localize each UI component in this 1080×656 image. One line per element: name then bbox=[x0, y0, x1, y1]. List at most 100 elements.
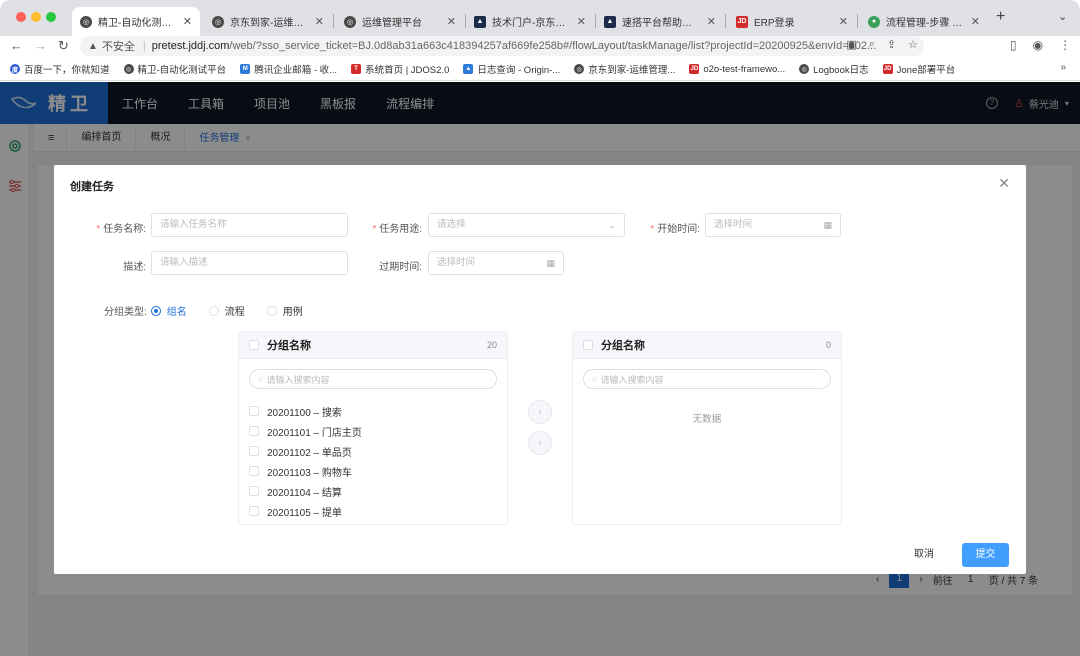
tab-search-icon[interactable]: ⌄ bbox=[1058, 10, 1067, 23]
select-all-checkbox[interactable] bbox=[249, 340, 259, 350]
radio-dot bbox=[150, 305, 161, 316]
globe-icon: ◎ bbox=[799, 64, 810, 74]
list-item[interactable]: 20201103 – 购物车 bbox=[239, 461, 507, 481]
maximize-window-button[interactable] bbox=[46, 12, 56, 22]
tab-title: 流程管理-步骤 - o2o bbox=[886, 18, 965, 29]
reload-icon[interactable]: ↻ bbox=[58, 38, 69, 54]
bookmark-jone[interactable]: JD Jone部署平台 bbox=[882, 62, 955, 76]
new-tab-icon[interactable]: + bbox=[996, 8, 1005, 26]
tab-separator bbox=[333, 14, 334, 28]
zoom-icon[interactable]: ⌕ bbox=[869, 38, 875, 51]
list-item[interactable]: 20201100 – 搜索 bbox=[239, 401, 507, 421]
browser-tab-flow[interactable]: ● 流程管理-步骤 - o2o ✕ bbox=[860, 7, 988, 36]
radio-case[interactable]: 用例 bbox=[266, 303, 303, 318]
bookmark-tencent-mail[interactable]: M 腾讯企业邮箱 - 收... bbox=[240, 62, 337, 76]
list-item[interactable]: 20201102 – 单品页 bbox=[239, 441, 507, 461]
bookmark-label: 精卫-自动化测试平台 bbox=[137, 65, 227, 76]
browser-tab-tech-portal[interactable]: ▲ 技术门户-京东到家 ✕ bbox=[466, 7, 594, 36]
submit-button[interactable]: 提交 bbox=[962, 543, 1009, 567]
task-name-input[interactable]: 请输入任务名称 bbox=[151, 213, 348, 237]
item-checkbox[interactable] bbox=[249, 506, 259, 516]
target-search-input[interactable]: ○ 请输入搜索内容 bbox=[583, 369, 831, 389]
list-item[interactable]: 20201101 – 门店主页 bbox=[239, 421, 507, 441]
close-icon[interactable]: ✕ bbox=[315, 15, 324, 28]
url-input[interactable]: ▲ 不安全 | pretest.jddj.com /web/?sso_servi… bbox=[80, 36, 924, 56]
required-mark: * bbox=[650, 224, 655, 235]
bookmark-logbook[interactable]: ◎ Logbook日志 bbox=[799, 62, 869, 76]
close-icon[interactable]: ✕ bbox=[447, 15, 456, 28]
expire-time-picker[interactable]: 选择时间 ▦ bbox=[428, 251, 564, 275]
insecure-label[interactable]: 不安全 bbox=[102, 38, 135, 54]
profile-icon[interactable]: ◉ bbox=[1033, 38, 1043, 52]
task-name-label: * 任务名称: bbox=[78, 220, 146, 235]
item-count: 20 bbox=[486, 340, 497, 350]
bookmark-jdos[interactable]: T 系统首页 | JDOS2.0 bbox=[351, 62, 449, 76]
portal-icon: ▲ bbox=[474, 15, 486, 28]
required-mark: * bbox=[372, 224, 377, 235]
expire-time-label: 过期时间: bbox=[379, 262, 422, 273]
item-label: 20201100 – 搜索 bbox=[267, 407, 342, 419]
close-icon[interactable]: ✕ bbox=[998, 175, 1010, 192]
browser-tab-jingwei[interactable]: ◎ 精卫-自动化测试平台 ✕ bbox=[72, 7, 200, 36]
item-checkbox[interactable] bbox=[249, 426, 259, 436]
source-search-input[interactable]: ○ 请输入搜索内容 bbox=[249, 369, 497, 389]
browser-tab-help-manual[interactable]: ▲ 速搭平台帮助手册 ✕ bbox=[596, 7, 724, 36]
bookmark-log-query[interactable]: ▲ 日志查询 - Origin-... bbox=[463, 62, 560, 76]
browser-tab-ops-platform[interactable]: ◎ 运维管理平台 ✕ bbox=[336, 7, 464, 36]
bookmark-o2o-framework[interactable]: JD o2o-test-framewo... bbox=[689, 64, 785, 75]
back-icon[interactable]: ← bbox=[10, 38, 23, 53]
start-time-picker[interactable]: 选择时间 ▦ bbox=[705, 213, 841, 237]
more-bookmarks-icon[interactable]: » bbox=[1060, 62, 1066, 73]
close-icon[interactable]: ✕ bbox=[183, 15, 192, 28]
radio-group-name[interactable]: 组名 bbox=[150, 303, 187, 318]
item-label: 20201103 – 购物车 bbox=[267, 467, 352, 479]
bookmark-jingwei[interactable]: ◎ 精卫-自动化测试平台 bbox=[123, 62, 227, 76]
list-item[interactable]: 20201105 – 提单 bbox=[239, 501, 507, 521]
move-left-button[interactable]: ‹ bbox=[528, 400, 552, 424]
bookmark-star-icon[interactable]: ☆ bbox=[908, 38, 918, 51]
close-icon[interactable]: ✕ bbox=[839, 15, 848, 28]
placeholder: 请选择 bbox=[437, 219, 466, 230]
close-icon[interactable]: ✕ bbox=[577, 15, 586, 28]
tab-title: 精卫-自动化测试平台 bbox=[98, 18, 177, 29]
item-checkbox[interactable] bbox=[249, 486, 259, 496]
item-checkbox[interactable] bbox=[249, 466, 259, 476]
browser-tab-ops[interactable]: ◎ 京东到家-运维管理平台 ✕ bbox=[204, 7, 332, 36]
portal-icon: ▲ bbox=[604, 15, 616, 28]
calendar-icon: ▦ bbox=[546, 258, 555, 268]
panel-header: 分组名称 0 bbox=[573, 332, 841, 359]
move-right-button[interactable]: › bbox=[528, 431, 552, 455]
cancel-button[interactable]: 取消 bbox=[892, 543, 956, 567]
more-menu-icon[interactable]: ⋮ bbox=[1059, 38, 1071, 52]
item-checkbox[interactable] bbox=[249, 406, 259, 416]
address-bar: ← → ↻ ▲ 不安全 | pretest.jddj.com /web/?sso… bbox=[0, 36, 1080, 58]
start-time-label: * 开始时间: bbox=[632, 220, 700, 235]
warning-icon: ▲ bbox=[88, 40, 98, 52]
radio-dot bbox=[266, 305, 277, 316]
sidebar-icon[interactable]: ▯ bbox=[1010, 38, 1017, 52]
bookmark-ops-manage[interactable]: ◎ 京东到家-运维管理... bbox=[574, 62, 675, 76]
share-icon[interactable]: ⇪ bbox=[887, 38, 896, 51]
item-checkbox[interactable] bbox=[249, 446, 259, 456]
browser-tab-erp[interactable]: JD ERP登录 ✕ bbox=[728, 7, 856, 36]
bookmark-baidu[interactable]: 度 百度一下，你就知道 bbox=[10, 62, 110, 76]
list-item[interactable]: 20201104 – 结算 bbox=[239, 481, 507, 501]
bookmarks-bar: 度 百度一下，你就知道 ◎ 精卫-自动化测试平台 M 腾讯企业邮箱 - 收...… bbox=[0, 58, 1080, 81]
select-all-checkbox[interactable] bbox=[583, 340, 593, 350]
page-info-icon[interactable]: ▣ bbox=[846, 38, 856, 51]
minimize-window-button[interactable] bbox=[31, 12, 41, 22]
close-icon[interactable]: ✕ bbox=[971, 15, 980, 28]
forward-icon[interactable]: → bbox=[34, 38, 47, 53]
description-input[interactable]: 请输入描述 bbox=[151, 251, 348, 275]
bookmark-label: 系统首页 | JDOS2.0 bbox=[365, 65, 450, 76]
close-window-button[interactable] bbox=[16, 12, 26, 22]
task-purpose-select[interactable]: 请选择 ⌄ bbox=[428, 213, 625, 237]
create-task-dialog: 创建任务 ✕ * 任务名称: 请输入任务名称 * 任务用途: 请选择 ⌄ * 开始时间:… bbox=[54, 165, 1026, 574]
item-label: 20201104 – 结算 bbox=[267, 487, 342, 499]
radio-flow[interactable]: 流程 bbox=[208, 303, 245, 318]
bookmark-label: 腾讯企业邮箱 - 收... bbox=[254, 65, 338, 76]
bookmark-label: Logbook日志 bbox=[813, 65, 869, 76]
close-icon[interactable]: ✕ bbox=[707, 15, 716, 28]
url-host: pretest.jddj.com bbox=[151, 40, 230, 52]
transfer-source-panel: 分组名称 20 ○ 请输入搜索内容 20201100 – 搜索 20201101… bbox=[238, 331, 508, 525]
